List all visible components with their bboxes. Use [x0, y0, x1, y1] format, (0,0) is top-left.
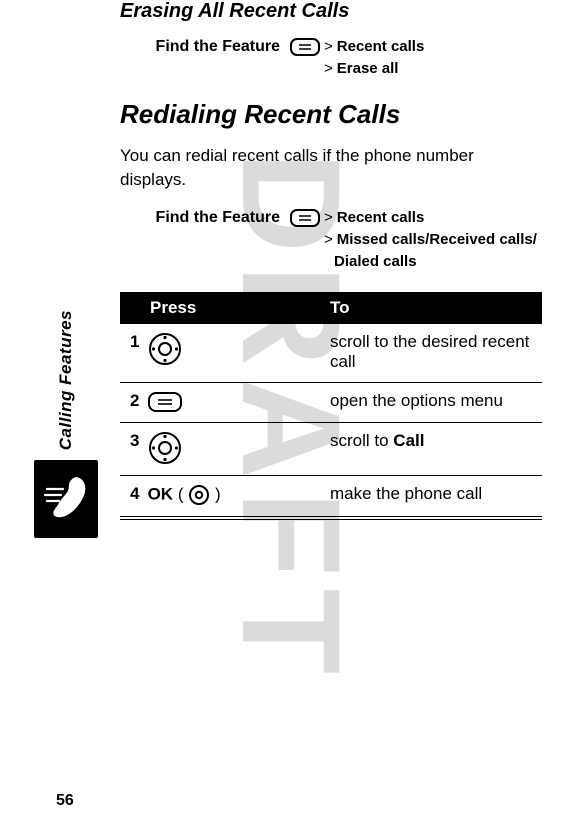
to-cell: make the phone call: [320, 475, 542, 518]
step-text: Erase all: [337, 59, 399, 79]
nav-key-icon: [148, 431, 182, 465]
menu-key-icon: [290, 209, 320, 227]
page: DRAFT Calling Features Erasing All Recen…: [0, 0, 582, 838]
table-header-to: To: [320, 292, 542, 324]
menu-key-icon: [148, 392, 182, 412]
to-text-bold: Call: [393, 431, 424, 450]
redial-body-text: You can redial recent calls if the phone…: [120, 144, 542, 192]
gt-symbol: >: [324, 37, 333, 57]
menu-key-icon: [290, 38, 320, 56]
find-feature-label: Find the Feature: [120, 208, 290, 228]
step-number: 2: [120, 383, 148, 423]
table-row: 2 open the options menu: [120, 383, 542, 423]
paren-open: (: [178, 484, 184, 503]
table-row: 4 OK ( ) make the phone call: [120, 475, 542, 518]
find-steps-redial: > Recent calls > Missed calls/Received c…: [290, 208, 542, 274]
to-cell: open the options menu: [320, 383, 542, 423]
redialing-section-title: Redialing Recent Calls: [120, 99, 542, 130]
to-cell: scroll to the desired recent call: [320, 324, 542, 383]
step-number: 4: [120, 475, 148, 518]
press-cell: [148, 383, 320, 423]
find-steps-erase: > Recent calls > Erase all: [290, 37, 542, 81]
to-cell: scroll to Call: [320, 422, 542, 475]
press-cell: [148, 422, 320, 475]
table-row: 1 scroll to the desired recent call: [120, 324, 542, 383]
find-feature-label: Find the Feature: [120, 37, 290, 57]
find-feature-row-erase: Find the Feature > Recent calls > Erase …: [120, 37, 542, 81]
find-feature-row-redial: Find the Feature > Recent calls > Missed…: [120, 208, 542, 274]
paren-close: ): [215, 484, 221, 503]
instruction-table: Press To 1: [120, 292, 542, 520]
step-text: Recent calls: [337, 208, 425, 228]
nav-key-icon: [148, 332, 182, 366]
gt-symbol: >: [324, 208, 333, 228]
gt-symbol: >: [324, 230, 333, 250]
table-row: 3 scroll to Call: [120, 422, 542, 475]
step-text: Missed calls/Received calls/: [337, 230, 537, 250]
content-area: Erasing All Recent Calls Find the Featur…: [0, 0, 582, 520]
to-text-pre: scroll to: [330, 431, 393, 450]
press-cell: OK ( ): [148, 475, 320, 518]
step-text-cont: Dialed calls: [334, 252, 417, 272]
table-header-press: Press: [120, 292, 320, 324]
press-cell: [148, 324, 320, 383]
ok-label: OK: [148, 484, 174, 503]
step-number: 1: [120, 324, 148, 383]
step-number: 3: [120, 422, 148, 475]
step-text: Recent calls: [337, 37, 425, 57]
page-number: 56: [56, 792, 74, 810]
gt-symbol: >: [324, 59, 333, 79]
erasing-section-title: Erasing All Recent Calls: [120, 0, 542, 23]
select-key-icon: [188, 484, 210, 506]
